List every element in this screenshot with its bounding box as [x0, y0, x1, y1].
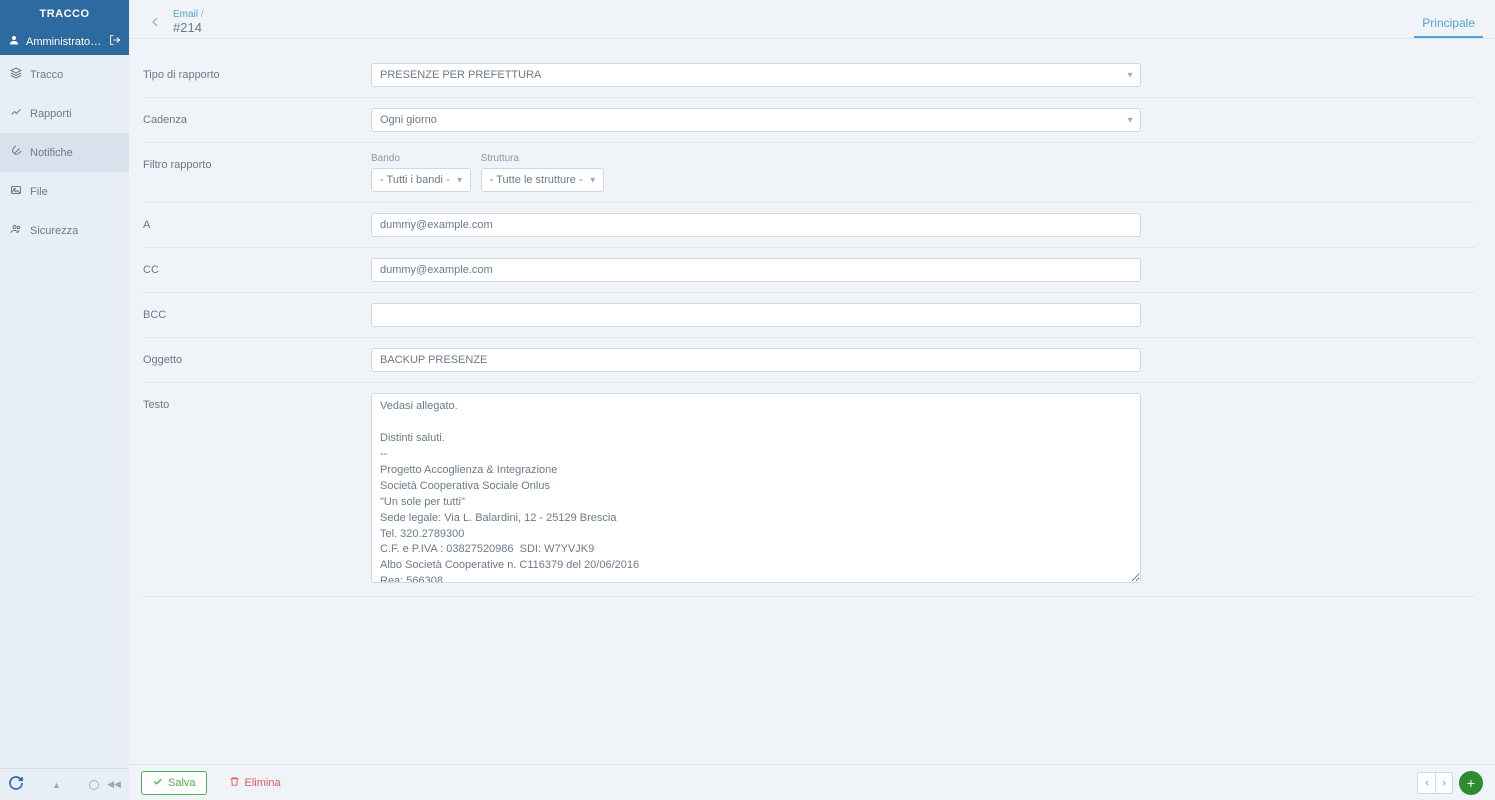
sidebar-item-rapporti[interactable]: Rapporti: [0, 94, 129, 133]
chevron-down-icon: ▼: [589, 176, 597, 185]
row-body: Testo: [143, 383, 1475, 597]
label-to: A: [143, 213, 371, 231]
label-struttura: Struttura: [481, 153, 604, 164]
label-body: Testo: [143, 393, 371, 411]
textarea-body[interactable]: [371, 393, 1141, 583]
trash-icon: [229, 776, 240, 790]
row-bcc: BCC: [143, 293, 1475, 338]
row-cadence: Cadenza Ogni giorno ▼: [143, 98, 1475, 143]
topbar: Email / #214 Principale: [129, 0, 1495, 39]
label-subject: Oggetto: [143, 348, 371, 366]
chevron-down-icon: ▼: [1126, 71, 1134, 80]
breadcrumb-parent[interactable]: Email: [173, 9, 198, 20]
input-subject[interactable]: [371, 348, 1141, 372]
sidebar-item-label: File: [30, 186, 48, 198]
sidebar-item-tracco[interactable]: Tracco: [0, 55, 129, 94]
user-icon: [8, 34, 20, 49]
main: Email / #214 Principale Tipo di rapporto…: [129, 0, 1495, 800]
prev-button[interactable]: [1417, 772, 1435, 794]
sidebar-item-label: Sicurezza: [30, 225, 78, 237]
collapse-icon[interactable]: ◀◀: [107, 779, 121, 790]
bottom-bar: Salva Elimina +: [129, 764, 1495, 800]
sidebar-item-sicurezza[interactable]: Sicurezza: [0, 211, 129, 250]
sidebar: TRACCO Amministratore Pre... Tracco Rapp…: [0, 0, 129, 800]
chevron-down-icon: ▼: [456, 176, 464, 185]
input-to[interactable]: [371, 213, 1141, 237]
back-button[interactable]: [141, 8, 169, 36]
next-button[interactable]: [1435, 772, 1453, 794]
form-content: Tipo di rapporto PRESENZE PER PREFETTURA…: [129, 39, 1495, 800]
delete-button[interactable]: Elimina: [219, 772, 291, 794]
sidebar-item-file[interactable]: File: [0, 172, 129, 211]
row-report-type: Tipo di rapporto PRESENZE PER PREFETTURA…: [143, 53, 1475, 98]
breadcrumb: Email / #214: [173, 9, 204, 35]
app-title: TRACCO: [0, 0, 129, 28]
sidebar-item-label: Tracco: [30, 69, 63, 81]
tab-principale[interactable]: Principale: [1414, 6, 1483, 38]
layers-icon: [10, 67, 22, 82]
add-button[interactable]: +: [1459, 771, 1483, 795]
chevron-down-icon: ▼: [1126, 116, 1134, 125]
input-bcc[interactable]: [371, 303, 1141, 327]
select-cadence[interactable]: Ogni giorno ▼: [371, 108, 1141, 132]
label-bando: Bando: [371, 153, 471, 164]
sidebar-footer: ▲ ◀◀: [0, 768, 129, 800]
label-cadence: Cadenza: [143, 108, 371, 126]
user-name: Amministratore Pre...: [26, 36, 103, 48]
breadcrumb-separator: /: [201, 9, 204, 20]
tab-bar: Principale: [1414, 6, 1483, 38]
users-icon: [10, 223, 22, 238]
user-panel: Amministratore Pre...: [0, 28, 129, 55]
save-button[interactable]: Salva: [141, 771, 207, 795]
row-to: A: [143, 203, 1475, 248]
pager: +: [1417, 771, 1483, 795]
plus-icon: +: [1467, 775, 1475, 791]
sidebar-item-label: Notifiche: [30, 147, 73, 159]
row-cc: CC: [143, 248, 1475, 293]
row-report-filter: Filtro rapporto Bando - Tutti i bandi - …: [143, 143, 1475, 203]
image-icon: [10, 184, 22, 199]
status-indicator-icon: [89, 780, 99, 790]
chart-icon: [10, 106, 22, 121]
select-bando[interactable]: - Tutti i bandi - ▼: [371, 168, 471, 192]
select-report-type[interactable]: PRESENZE PER PREFETTURA ▼: [371, 63, 1141, 87]
label-report-type: Tipo di rapporto: [143, 63, 371, 81]
rocket-icon: [10, 145, 22, 160]
sidebar-item-label: Rapporti: [30, 108, 72, 120]
refresh-icon[interactable]: [8, 775, 24, 794]
row-subject: Oggetto: [143, 338, 1475, 383]
label-report-filter: Filtro rapporto: [143, 153, 371, 171]
logout-icon[interactable]: [109, 34, 121, 49]
check-icon: [152, 776, 163, 790]
sidebar-nav: Tracco Rapporti Notifiche File Sicurezza: [0, 55, 129, 768]
input-cc[interactable]: [371, 258, 1141, 282]
label-cc: CC: [143, 258, 371, 276]
select-struttura[interactable]: - Tutte le strutture - ▼: [481, 168, 604, 192]
sidebar-item-notifiche[interactable]: Notifiche: [0, 133, 129, 172]
record-id: #214: [173, 20, 204, 35]
label-bcc: BCC: [143, 303, 371, 321]
